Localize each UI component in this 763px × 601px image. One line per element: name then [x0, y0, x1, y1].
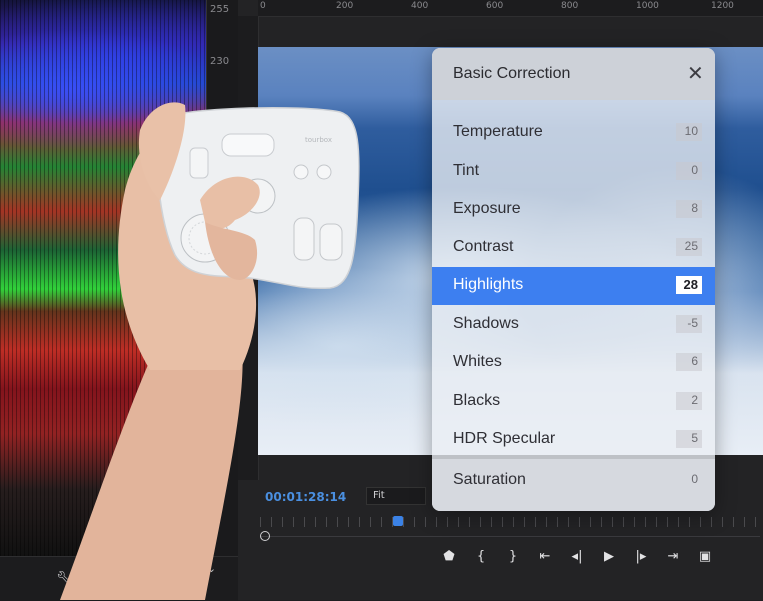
- scrub-track: [260, 536, 760, 537]
- row-value[interactable]: 28: [676, 276, 702, 294]
- scope-ruler-label: 26: [210, 483, 223, 494]
- row-value[interactable]: 8: [676, 200, 702, 218]
- row-label: Shadows: [453, 315, 519, 332]
- play-icon[interactable]: ▶: [593, 549, 625, 571]
- ruler-label: 600: [486, 1, 504, 11]
- scope-ruler-label: 51: [210, 430, 223, 441]
- vertical-ruler: [238, 16, 259, 480]
- lumetri-scope-panel: 255 230 51 26 0 🔧︎: [0, 0, 239, 601]
- export-frame-icon[interactable]: ▣: [689, 549, 721, 571]
- row-whites[interactable]: Whites 6: [432, 344, 715, 382]
- transport-controls: ⬟ { } ⇤ ◂| ▶ |▸ ⇥ ▣: [433, 549, 721, 571]
- bit-depth-label: 8 Bit: [178, 562, 204, 575]
- ruler-label: 800: [561, 1, 579, 11]
- row-tint[interactable]: Tint 0: [432, 153, 715, 191]
- row-value[interactable]: 25: [676, 238, 702, 256]
- close-icon[interactable]: ✕: [687, 61, 704, 86]
- row-value[interactable]: 10: [676, 123, 702, 141]
- ruler-label: 1200: [711, 1, 734, 11]
- timeline-scrubber[interactable]: [260, 517, 760, 527]
- row-exposure[interactable]: Exposure 8: [432, 191, 715, 229]
- mark-out-icon[interactable]: }: [497, 549, 529, 571]
- ruler-label: 1000: [636, 1, 659, 11]
- row-label: Temperature: [453, 123, 543, 140]
- step-back-icon[interactable]: ◂|: [561, 549, 593, 571]
- add-marker-icon[interactable]: ⬟: [433, 549, 465, 571]
- row-value[interactable]: -5: [676, 315, 702, 333]
- rgb-parade-scope: [0, 0, 206, 556]
- zoom-select-label: Fit: [373, 490, 385, 501]
- panel-title: Basic Correction: [453, 65, 571, 82]
- row-hdr-specular[interactable]: HDR Specular 5: [432, 421, 715, 459]
- ruler-label: 0: [260, 1, 266, 11]
- row-highlights[interactable]: Highlights 28: [432, 267, 715, 305]
- row-value[interactable]: 6: [676, 353, 702, 371]
- basic-correction-panel: Basic Correction ✕ Temperature 10 Tint 0…: [432, 48, 715, 511]
- row-blacks[interactable]: Blacks 2: [432, 383, 715, 421]
- row-label: Whites: [453, 353, 502, 370]
- row-label: HDR Specular: [453, 430, 556, 447]
- zoom-select[interactable]: Fit: [366, 487, 426, 505]
- panel-header: Basic Correction ✕: [432, 48, 715, 100]
- row-value[interactable]: 0: [676, 471, 702, 489]
- row-label: Blacks: [453, 392, 501, 409]
- wrench-icon[interactable]: 🔧︎: [56, 571, 74, 587]
- timecode[interactable]: 00:01:28:14: [265, 490, 346, 504]
- row-temperature[interactable]: Temperature 10: [432, 114, 715, 152]
- scope-ruler-label: 230: [210, 56, 230, 67]
- playhead-handle[interactable]: [393, 516, 403, 526]
- scope-ruler-label: 0: [210, 536, 217, 547]
- row-saturation[interactable]: Saturation 0: [432, 459, 715, 511]
- bit-depth-select[interactable]: 8 Bit ⌄: [178, 562, 216, 575]
- row-shadows[interactable]: Shadows -5: [432, 306, 715, 344]
- row-value[interactable]: 5: [676, 430, 702, 448]
- horizontal-ruler: 0 200 400 600 800 1000 1200: [258, 0, 763, 17]
- step-forward-icon[interactable]: |▸: [625, 549, 657, 571]
- mark-in-icon[interactable]: {: [465, 549, 497, 571]
- row-label: Exposure: [453, 200, 521, 217]
- row-label: Highlights: [453, 276, 524, 293]
- go-to-out-icon[interactable]: ⇥: [657, 549, 689, 571]
- scope-ruler-label: 255: [210, 4, 230, 15]
- in-point-marker[interactable]: [260, 531, 270, 541]
- row-label: Tint: [453, 162, 480, 179]
- row-label: Contrast: [453, 238, 514, 255]
- row-value[interactable]: 2: [676, 392, 702, 410]
- row-value[interactable]: 0: [676, 162, 702, 180]
- row-label: Saturation: [453, 471, 526, 488]
- scope-ruler: 255 230 51 26 0: [206, 0, 239, 556]
- ruler-label: 200: [336, 1, 354, 11]
- go-to-in-icon[interactable]: ⇤: [529, 549, 561, 571]
- ruler-label: 400: [411, 1, 429, 11]
- row-contrast[interactable]: Contrast 25: [432, 229, 715, 267]
